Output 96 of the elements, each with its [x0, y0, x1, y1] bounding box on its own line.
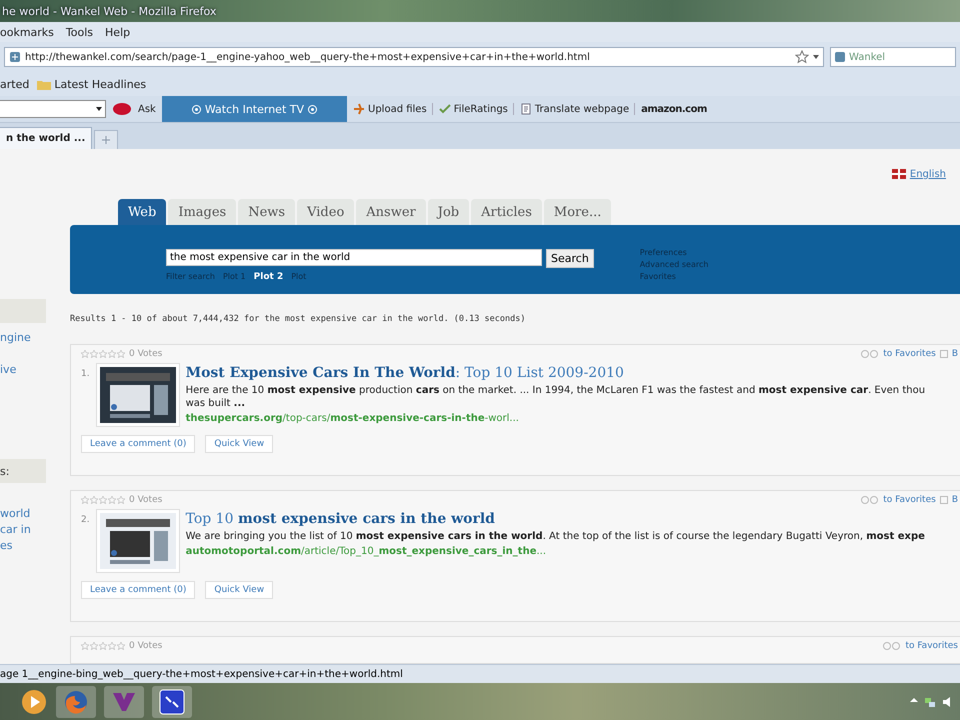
favorites-link[interactable]: to Favorites [883, 495, 936, 505]
check-icon [438, 103, 451, 115]
window-title: he world - Wankel Web - Mozilla Firefox [2, 4, 216, 18]
vote-count: 0 Votes [129, 349, 162, 359]
browser-icon [63, 688, 89, 714]
result-title-link[interactable]: Most Expensive Cars In The World: Top 10 List 2009-2010 [186, 365, 946, 381]
search-tab[interactable]: Images [168, 199, 236, 226]
result-url[interactable]: thesupercars.org/top-cars/most-expensive-cars-in-the-worl... [186, 413, 946, 424]
site-icon [9, 51, 21, 63]
result-snippet: We are bringing you the list of 10 most expensive cars in the world. At the top of the list is of course the legendary Bugatti Veyron, most expe [186, 530, 926, 543]
star-icon[interactable] [99, 642, 107, 650]
star-icon[interactable] [117, 496, 125, 504]
plus-icon [102, 136, 110, 144]
search-field[interactable]: the most expensive car in the world [166, 249, 542, 266]
toolbar-menu[interactable]: Translate webpage [534, 104, 630, 114]
bookmark-link[interactable]: arted [0, 78, 30, 90]
sidebar-heading: s: [0, 464, 10, 478]
ask-logo-icon [112, 102, 132, 116]
media-player-icon[interactable] [20, 688, 48, 716]
result-title-link[interactable]: Top 10 most expensive cars in the world [186, 511, 946, 527]
search-button[interactable]: Search [546, 249, 594, 268]
checkbox-icon [940, 350, 948, 358]
network-icon[interactable] [924, 696, 936, 708]
search-tab[interactable]: Job [428, 199, 470, 226]
sidebar-link[interactable]: ngine [0, 331, 46, 347]
star-icon[interactable] [99, 350, 107, 358]
results-summary: Results 1 - 10 of about 7,444,432 for the most expensive car in the world. (0.13 seconds) [70, 314, 526, 324]
comment-button[interactable]: Leave a comment (0) [81, 581, 196, 599]
star-icon[interactable] [90, 642, 98, 650]
tv-icon [192, 104, 201, 114]
result-number: 2. [81, 514, 90, 527]
star-icon[interactable] [81, 496, 89, 504]
quick-view-button[interactable]: Quick View [205, 581, 274, 599]
browser-tab[interactable]: n the world ... [0, 127, 92, 149]
sidebar-link[interactable]: car in [0, 523, 46, 539]
vote-count: 0 Votes [129, 641, 162, 651]
folder-icon [37, 78, 52, 90]
favorites-link[interactable]: to Favorites [905, 641, 958, 651]
search-field[interactable]: Wankel [830, 47, 956, 67]
sidebar-link[interactable]: ive [0, 363, 46, 379]
star-icon[interactable] [99, 496, 107, 504]
result-number: 1. [81, 368, 90, 381]
star-icon[interactable] [81, 350, 89, 358]
vote-count: 0 Votes [129, 495, 162, 505]
comment-button[interactable]: Leave a comment (0) [81, 435, 196, 453]
tv-icon [308, 104, 318, 114]
app-icon [159, 688, 185, 714]
star-icon[interactable] [117, 642, 125, 650]
flag-icon [892, 169, 906, 180]
star-icon[interactable] [90, 496, 98, 504]
toolbar-link[interactable]: Ask [138, 104, 156, 114]
sidebar-link[interactable]: es [0, 539, 46, 555]
dropdown-icon[interactable] [96, 107, 102, 111]
menu-item[interactable]: ookmarks [0, 26, 54, 38]
favorites-link[interactable]: to Favorites [883, 349, 936, 359]
search-tab[interactable]: More... [544, 199, 612, 226]
tray-arrow-icon[interactable] [910, 696, 918, 704]
sidebar-link[interactable]: world [0, 507, 46, 523]
search-tab[interactable]: Articles [471, 199, 542, 226]
address-field[interactable]: http://thewankel.com/search/page-1__engine-yahoo_web__query-the+most+expensive+car+in+the+world.html [4, 47, 824, 67]
toolbar-menu[interactable]: Upload files [368, 104, 427, 114]
quick-view-button[interactable]: Quick View [205, 435, 274, 453]
v-logo-icon [111, 690, 137, 712]
watch-tv-button[interactable]: Watch Internet TV [162, 96, 348, 122]
plane-icon [353, 103, 366, 115]
new-tab-button[interactable] [94, 130, 118, 149]
search-tab[interactable]: News [238, 199, 296, 226]
search-engine-icon [834, 51, 846, 63]
result-snippet: Here are the 10 most expensive production cars on the market. ... In 1994, the McLaren F1 was the fastest and most expensive car. Even thou was built ... [186, 384, 926, 410]
toolbar-menu[interactable]: FileRatings [454, 104, 508, 114]
app-taskbar-button[interactable] [152, 686, 192, 718]
bookmark-link[interactable]: B [952, 495, 958, 505]
result-url[interactable]: automotoportal.com/article/Top_10_most_expensive_cars_in_the... [186, 546, 946, 557]
star-icon[interactable] [90, 350, 98, 358]
browser-taskbar-button[interactable] [56, 686, 96, 718]
amazon-link[interactable]: amazon.com [641, 104, 707, 114]
search-tab[interactable]: Video [297, 199, 354, 226]
toolbar-search-field[interactable] [0, 100, 106, 118]
bookmark-link[interactable]: B [952, 349, 958, 359]
star-icon[interactable] [108, 496, 116, 504]
dropdown-icon[interactable] [813, 55, 819, 59]
page-icon [520, 103, 532, 115]
status-text: age 1__engine-bing_web__query-the+most+expensive+car+in+the+world.html [0, 668, 403, 680]
star-icon[interactable] [795, 50, 809, 64]
star-icon[interactable] [117, 350, 125, 358]
filter-link[interactable]: Plot 2 [254, 272, 284, 282]
star-icon[interactable] [108, 350, 116, 358]
search-tab[interactable]: Web [118, 199, 166, 226]
menu-item[interactable]: Help [105, 26, 130, 38]
search-tab[interactable]: Answer [356, 199, 426, 226]
star-icon[interactable] [108, 642, 116, 650]
menu-item[interactable]: Tools [66, 26, 94, 38]
checkbox-icon [940, 496, 948, 504]
bookmark-link[interactable]: Latest Headlines [54, 78, 146, 90]
star-icon[interactable] [81, 642, 89, 650]
language-link[interactable]: English [910, 168, 946, 180]
